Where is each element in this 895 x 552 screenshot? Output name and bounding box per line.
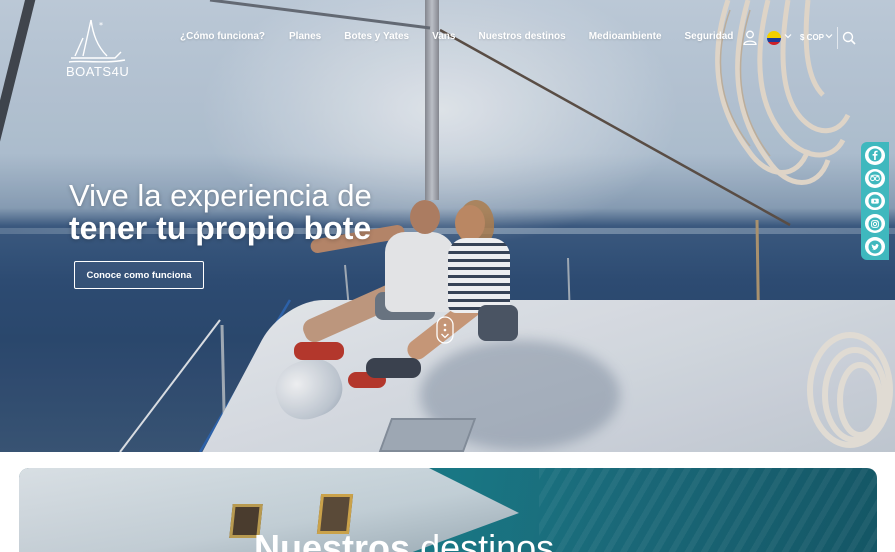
nav-item-medioambiente[interactable]: Medioambiente <box>589 31 662 47</box>
social-sidebar <box>861 142 889 260</box>
colombia-flag-icon[interactable] <box>767 31 781 45</box>
nav-item-vans[interactable]: Vans <box>432 31 455 47</box>
search-icon[interactable] <box>842 31 856 45</box>
nav-item-como-funciona[interactable]: ¿Cómo funciona? <box>180 31 265 47</box>
main-nav: ¿Cómo funciona? Planes Botes y Yates Van… <box>180 31 733 47</box>
nav-item-seguridad[interactable]: Seguridad <box>685 31 734 47</box>
destinations-title-light: destinos <box>420 527 555 552</box>
nav-item-planes[interactable]: Planes <box>289 31 321 47</box>
hero-title-line1: Vive la experiencia de <box>69 178 372 213</box>
sailboat-logo-icon: * <box>68 19 126 63</box>
twitter-icon[interactable] <box>865 237 885 256</box>
destinations-title: Nuestros destinos <box>254 527 554 552</box>
sea-texture <box>539 468 877 552</box>
user-icon[interactable] <box>743 30 757 45</box>
conoce-como-funciona-button[interactable]: Conoce como funciona <box>74 261 204 289</box>
svg-text:*: * <box>99 21 103 30</box>
tripadvisor-icon[interactable] <box>865 168 885 188</box>
chevron-down-icon[interactable] <box>784 32 792 40</box>
nav-item-botes-y-yates[interactable]: Botes y Yates <box>344 31 409 47</box>
nav-item-nuestros-destinos[interactable]: Nuestros destinos <box>478 31 565 47</box>
scroll-down-icon[interactable] <box>436 316 454 344</box>
instagram-icon[interactable] <box>865 214 885 234</box>
brand-name: BOATS4U <box>66 64 130 79</box>
destinations-title-bold: Nuestros <box>254 527 411 552</box>
hero-title-line2: tener tu propio bote <box>69 210 372 246</box>
facebook-icon[interactable] <box>865 146 885 165</box>
youtube-icon[interactable] <box>865 191 885 211</box>
currency-selector[interactable]: $ COP <box>800 33 824 42</box>
header-divider <box>837 27 838 49</box>
chevron-down-icon[interactable] <box>825 32 833 40</box>
